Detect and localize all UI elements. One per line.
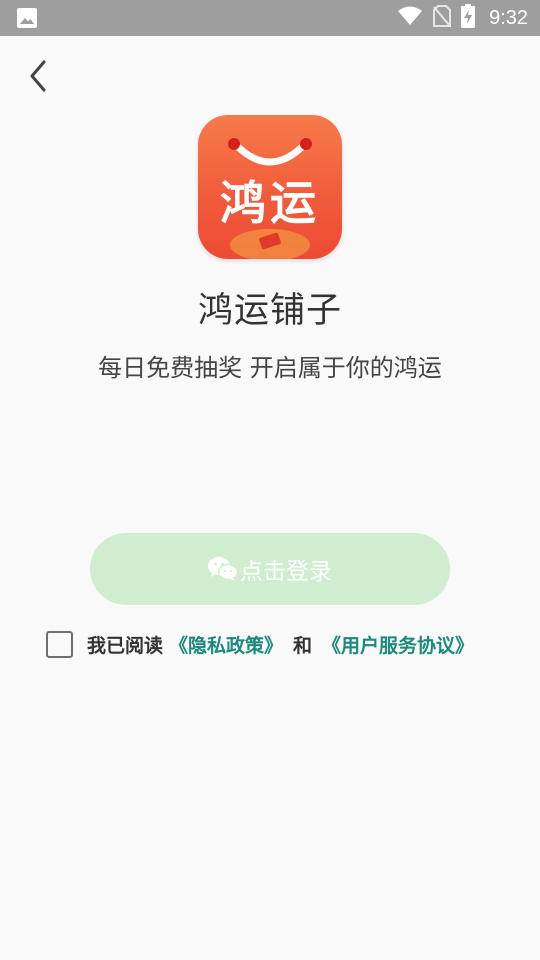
wifi-icon: [397, 6, 423, 30]
login-button-label: 点击登录: [240, 559, 332, 585]
chevron-left-icon: [28, 60, 48, 96]
image-icon: [16, 7, 38, 33]
status-bar: 9:32: [0, 0, 540, 36]
login-button[interactable]: 点击登录: [90, 533, 450, 605]
app-logo: 鸿运: [198, 115, 342, 259]
agreement-checkbox[interactable]: [46, 630, 73, 658]
logo-text: 鸿运: [220, 176, 320, 230]
app-name: 鸿运铺子: [197, 291, 342, 331]
terms-of-service-link[interactable]: 《用户服务协议》: [322, 631, 474, 658]
status-time: 9:32: [489, 6, 528, 29]
agreement-conjunction: 和: [293, 634, 313, 657]
agreement-prefix: 我已阅读: [87, 634, 164, 657]
status-icons: 9:32: [397, 0, 528, 36]
agreement-row: 我已阅读 《隐私政策》 和 《用户服务协议》: [46, 629, 474, 659]
privacy-policy-link[interactable]: 《隐私政策》: [169, 631, 283, 658]
wechat-icon: [208, 556, 238, 582]
back-button[interactable]: [18, 58, 58, 98]
app-slogan: 每日免费抽奖 开启属于你的鸿运: [98, 354, 442, 382]
battery-charging-icon: [461, 4, 476, 32]
no-sim-icon: [433, 5, 452, 31]
